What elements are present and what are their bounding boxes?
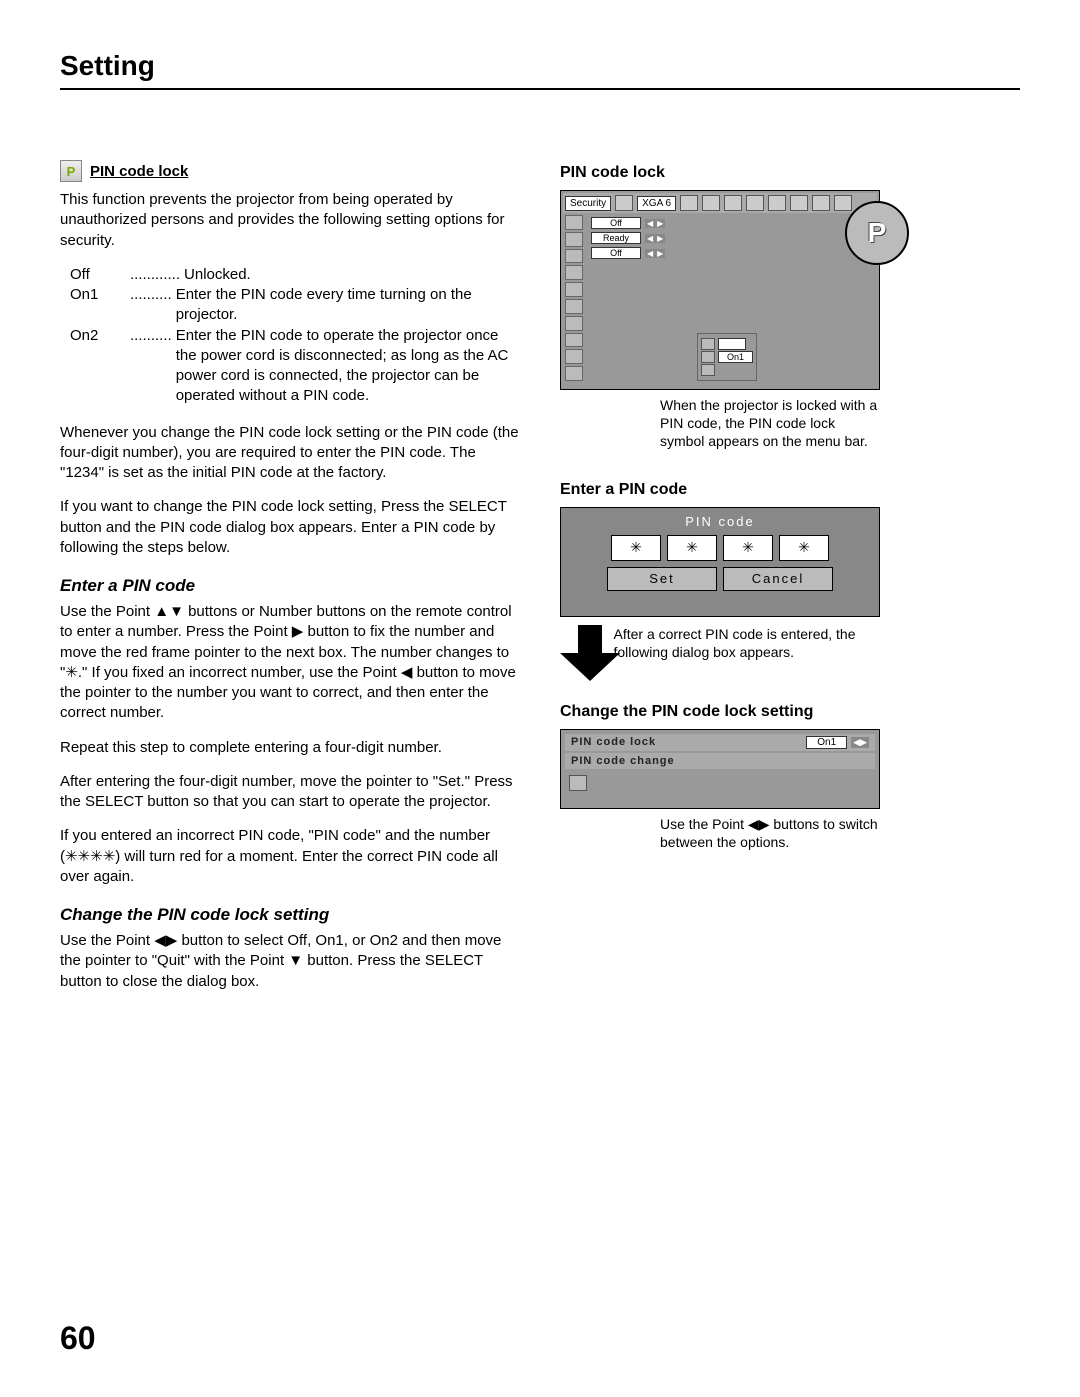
pin-digit: ✳: [611, 535, 661, 561]
pin-lock-menu-figure: Security XGA 6: [560, 190, 880, 390]
menu-main: Off ◀▶ Ready ◀▶ Off ◀▶ On1: [587, 213, 877, 383]
quit-row: [565, 775, 875, 791]
quit-icon: [701, 364, 715, 376]
pin-lock-callout-icon: P: [845, 201, 909, 265]
fig2-heading: Enter a PIN code: [560, 481, 880, 499]
enter-pin-p4: If you entered an incorrect PIN code, "P…: [60, 826, 520, 887]
menu-sidebar: [563, 213, 587, 383]
enter-pin-p3: After entering the four-digit number, mo…: [60, 772, 520, 813]
menu-bar: Security XGA 6: [563, 193, 877, 213]
pin-digit: ✳: [723, 535, 773, 561]
sidebar-icon: [565, 265, 583, 280]
sidebar-icon: [565, 333, 583, 348]
option-row: Off ............ Unlocked.: [70, 265, 520, 285]
options-list: Off ............ Unlocked. On1 .........…: [70, 265, 520, 407]
pin-lock-icon: P: [60, 160, 82, 182]
enter-pin-p2: Repeat this step to complete entering a …: [60, 738, 520, 758]
menu-icon: [768, 195, 786, 211]
pin-lock-menu-icon: [834, 195, 852, 211]
menu-value: Ready: [591, 232, 641, 244]
pin-lock-heading-text: PIN code lock: [90, 163, 188, 180]
pin-digit: ✳: [779, 535, 829, 561]
arrows-icon: ◀▶: [645, 234, 665, 243]
change-setting-figure: PIN code lock On1 ◀▶ PIN code change: [560, 729, 880, 809]
pin-lock-label: PIN code lock: [571, 736, 656, 748]
sidebar-icon: [565, 349, 583, 364]
menu-icon: [724, 195, 742, 211]
arrows-icon: ◀▶: [851, 737, 869, 748]
down-arrow-icon: [560, 625, 598, 685]
sidebar-icon: [565, 249, 583, 264]
intro-paragraph: This function prevents the projector fro…: [60, 190, 520, 251]
pin-digit: ✳: [667, 535, 717, 561]
menu-icon: [680, 195, 698, 211]
sidebar-icon: [565, 316, 583, 331]
fig3-heading: Change the PIN code lock setting: [560, 703, 880, 721]
option-row: On2 .......... Enter the PIN code to ope…: [70, 326, 520, 407]
menu-icon: [702, 195, 720, 211]
page-number: 60: [60, 1320, 96, 1357]
sidebar-icon: [565, 299, 583, 314]
factory-pin-paragraph: Whenever you change the PIN code lock se…: [60, 423, 520, 484]
change-setting-paragraph: If you want to change the PIN code lock …: [60, 497, 520, 558]
pin-lock-value: On1: [806, 736, 847, 749]
sidebar-icon: [565, 282, 583, 297]
quit-icon: [569, 775, 587, 791]
pin-icon: [701, 351, 715, 363]
arrow-block: After a correct PIN code is entered, the…: [560, 625, 880, 685]
left-column: P PIN code lock This function prevents t…: [60, 160, 520, 1006]
pin-change-label: PIN code change: [571, 755, 675, 767]
fig3-caption: Use the Point ◀▶ buttons to switch betwe…: [660, 815, 880, 851]
option-row: On1 .......... Enter the PIN code every …: [70, 285, 520, 326]
pin-digits: ✳ ✳ ✳ ✳: [611, 535, 829, 561]
cancel-button: Cancel: [723, 567, 833, 591]
arrow-caption: After a correct PIN code is entered, the…: [614, 625, 881, 661]
pin-lock-heading: P PIN code lock: [60, 160, 520, 182]
setting-row: PIN code change: [565, 753, 875, 769]
change-pin-heading: Change the PIN code lock setting: [60, 905, 520, 925]
right-column: PIN code lock Security XGA 6: [560, 160, 880, 1006]
xga-label: XGA 6: [637, 196, 676, 211]
pin-entry-figure: PIN code ✳ ✳ ✳ ✳ Set Cancel: [560, 507, 880, 617]
pin-dialog-title: PIN code: [685, 514, 754, 529]
lock-icon: [701, 338, 715, 350]
submenu-value: [718, 338, 746, 350]
menu-icon: [615, 195, 633, 211]
submenu: On1: [697, 333, 757, 381]
arrows-icon: ◀▶: [645, 249, 665, 258]
fig1-heading: PIN code lock: [560, 164, 880, 182]
security-label: Security: [565, 196, 611, 211]
page-title: Setting: [60, 50, 1020, 90]
arrows-icon: ◀▶: [645, 219, 665, 228]
menu-value: Off: [591, 217, 641, 229]
menu-icon: [812, 195, 830, 211]
set-button: Set: [607, 567, 717, 591]
sidebar-icon: [565, 215, 583, 230]
change-pin-p1: Use the Point ◀▶ button to select Off, O…: [60, 931, 520, 992]
enter-pin-p1: Use the Point ▲▼ buttons or Number butto…: [60, 602, 520, 724]
menu-icon: [790, 195, 808, 211]
sidebar-icon: [565, 366, 583, 381]
menu-value: Off: [591, 247, 641, 259]
fig1-caption: When the projector is locked with a PIN …: [660, 396, 880, 451]
submenu-value: On1: [718, 351, 753, 363]
enter-pin-heading: Enter a PIN code: [60, 576, 520, 596]
setting-row: PIN code lock On1 ◀▶: [565, 734, 875, 751]
menu-icon: [746, 195, 764, 211]
sidebar-icon: [565, 232, 583, 247]
